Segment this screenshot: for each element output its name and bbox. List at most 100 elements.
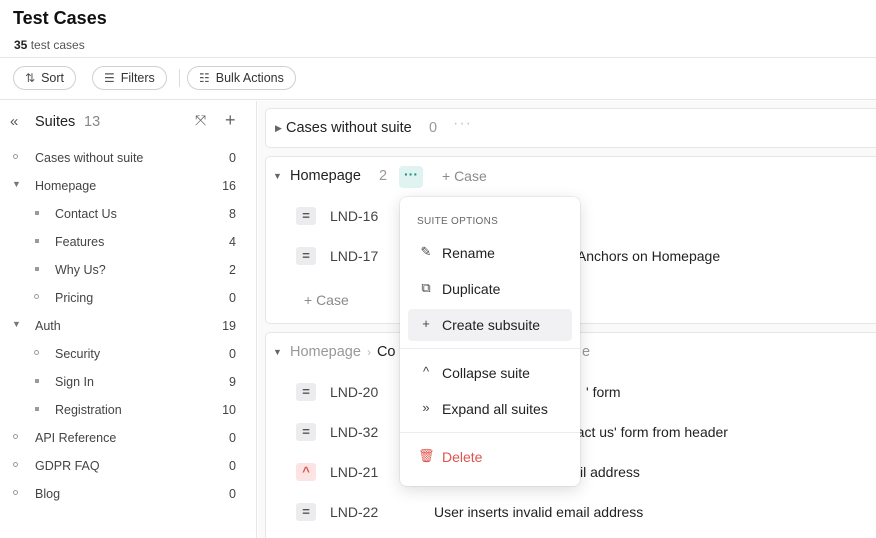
sidebar-item-count: 0	[229, 291, 236, 305]
case-id: LND-32	[330, 424, 379, 440]
suite-name: Homepage	[290, 168, 361, 184]
case-title: h Anchors on Homepage	[566, 248, 721, 264]
sidebar-item-label: Why Us?	[55, 263, 106, 277]
sidebar-item-why-us[interactable]: Why Us? 2	[0, 256, 256, 284]
bullet-icon	[35, 239, 39, 243]
more-options-icon[interactable]: ···	[453, 115, 472, 133]
sidebar-item-registration[interactable]: Registration 10	[0, 396, 256, 424]
copy-icon: ⧉	[421, 280, 431, 295]
sidebar-item-count: 0	[229, 431, 236, 445]
caret-down-icon[interactable]: ▼	[273, 171, 282, 181]
sidebar-item-blog[interactable]: Blog 0	[0, 480, 256, 508]
priority-normal-icon: =	[296, 247, 316, 265]
bullet-icon	[35, 407, 39, 411]
bullet-icon	[13, 462, 18, 467]
sidebar-item-security[interactable]: Security 0	[0, 340, 256, 368]
sidebar-item-label: Sign In	[55, 375, 94, 389]
suite-cases-without-suite: ▶ Cases without suite 0 ···	[265, 108, 876, 148]
sidebar-item-cases-without-suite[interactable]: Cases without suite 0	[0, 144, 256, 172]
case-row[interactable]: = LND-22 User inserts invalid email addr…	[266, 493, 876, 533]
add-case-footer-button[interactable]: + Case	[304, 292, 349, 308]
sidebar-item-features[interactable]: Features 4	[0, 228, 256, 256]
suite-name: Cases without suite	[286, 120, 412, 136]
add-case-button[interactable]: + Case	[442, 168, 487, 184]
menu-item-label: Collapse suite	[442, 365, 530, 381]
caret-right-icon[interactable]: ▶	[275, 123, 282, 134]
menu-divider	[400, 348, 580, 349]
sidebar-item-label: Registration	[55, 403, 122, 417]
priority-normal-icon: =	[296, 503, 316, 521]
bullet-icon	[35, 379, 39, 383]
more-options-icon[interactable]: ···	[399, 166, 423, 188]
priority-normal-icon: =	[296, 207, 316, 225]
bulk-actions-button[interactable]: ☷ Bulk Actions	[187, 66, 296, 90]
suite-header[interactable]: ▼ Homepage 2 ··· + Case	[266, 157, 876, 197]
double-chevron-down-icon: »	[422, 400, 430, 415]
sidebar-item-count: 0	[229, 487, 236, 501]
collapse-sidebar-icon[interactable]: «	[10, 113, 18, 130]
filter-icon: ☰	[104, 71, 115, 85]
menu-item-expand-all-suites[interactable]: » Expand all suites	[408, 393, 572, 425]
suite-options-menu: SUITE OPTIONS ✎ Rename ⧉ Duplicate + Cre…	[400, 197, 580, 486]
menu-item-label: Duplicate	[442, 281, 501, 297]
chevron-right-icon: ›	[366, 345, 371, 359]
menu-item-duplicate[interactable]: ⧉ Duplicate	[408, 273, 572, 305]
page-header: Test Cases 35 test cases	[0, 0, 876, 58]
menu-item-delete[interactable]: 🗑 Delete	[408, 441, 572, 473]
bullet-icon	[35, 211, 39, 215]
collapse-all-icon[interactable]: ⤧	[195, 112, 206, 129]
suite-trailing-text: e	[582, 344, 591, 360]
breadcrumb-parent[interactable]: Homepage	[290, 344, 361, 360]
sidebar-item-count: 0	[229, 151, 236, 165]
pencil-icon: ✎	[420, 244, 432, 259]
sidebar-item-count: 9	[229, 375, 236, 389]
filters-button[interactable]: ☰ Filters	[92, 66, 167, 90]
chevron-up-icon: ^	[422, 364, 430, 379]
sidebar-item-sign-in[interactable]: Sign In 9	[0, 368, 256, 396]
sidebar-count: 13	[84, 114, 101, 130]
case-title: User inserts invalid email address	[434, 504, 644, 520]
sidebar-item-auth[interactable]: ▼ Auth 19	[0, 312, 256, 340]
sidebar-item-count: 8	[229, 207, 236, 221]
caret-down-icon[interactable]: ▼	[12, 179, 21, 189]
sort-label: Sort	[41, 71, 64, 85]
menu-item-create-subsuite[interactable]: + Create subsuite	[408, 309, 572, 341]
caret-down-icon[interactable]: ▼	[12, 319, 21, 329]
case-title: ntact us' form from header	[565, 424, 728, 440]
caret-down-icon[interactable]: ▼	[273, 347, 282, 357]
suite-count: 2	[379, 168, 388, 184]
sidebar-item-count: 0	[229, 459, 236, 473]
sidebar-item-contact-us[interactable]: Contact Us 8	[0, 200, 256, 228]
suite-header[interactable]: ▶ Cases without suite 0 ···	[266, 109, 876, 149]
sort-button[interactable]: ⇅ Sort	[13, 66, 76, 90]
suite-count: 0	[429, 120, 438, 136]
toolbar: ⇅ Sort ☰ Filters ☷ Bulk Actions	[0, 58, 876, 100]
add-suite-icon[interactable]: +	[225, 110, 236, 131]
filters-label: Filters	[120, 71, 155, 85]
bullet-icon	[13, 490, 18, 495]
menu-divider	[400, 432, 580, 433]
suite-breadcrumb: Homepage › Co	[290, 344, 395, 360]
breadcrumb-current: Co	[376, 344, 396, 360]
sidebar-title: Suites	[35, 114, 76, 130]
suites-sidebar: « Suites 13 ⤧ + Cases without suite 0 ▼ …	[0, 101, 257, 538]
sidebar-item-homepage[interactable]: ▼ Homepage 16	[0, 172, 256, 200]
bullet-icon	[13, 154, 18, 159]
sidebar-item-gdpr-faq[interactable]: GDPR FAQ 0	[0, 452, 256, 480]
sidebar-item-pricing[interactable]: Pricing 0	[0, 284, 256, 312]
menu-heading: SUITE OPTIONS	[417, 216, 499, 227]
case-count-suffix: test cases	[30, 38, 85, 52]
sort-icon: ⇅	[25, 71, 36, 85]
trash-icon: 🗑	[418, 448, 435, 463]
sidebar-item-label: Cases without suite	[35, 151, 144, 165]
sidebar-item-count: 10	[222, 403, 236, 417]
sidebar-item-api-reference[interactable]: API Reference 0	[0, 424, 256, 452]
sidebar-item-label: Security	[55, 347, 101, 361]
sidebar-item-count: 4	[229, 235, 236, 249]
menu-item-collapse-suite[interactable]: ^ Collapse suite	[408, 357, 572, 389]
sidebar-item-label: Contact Us	[55, 207, 117, 221]
page-title: Test Cases	[13, 8, 107, 28]
menu-item-rename[interactable]: ✎ Rename	[408, 237, 572, 269]
case-id: LND-22	[330, 504, 379, 520]
priority-normal-icon: =	[296, 383, 316, 401]
